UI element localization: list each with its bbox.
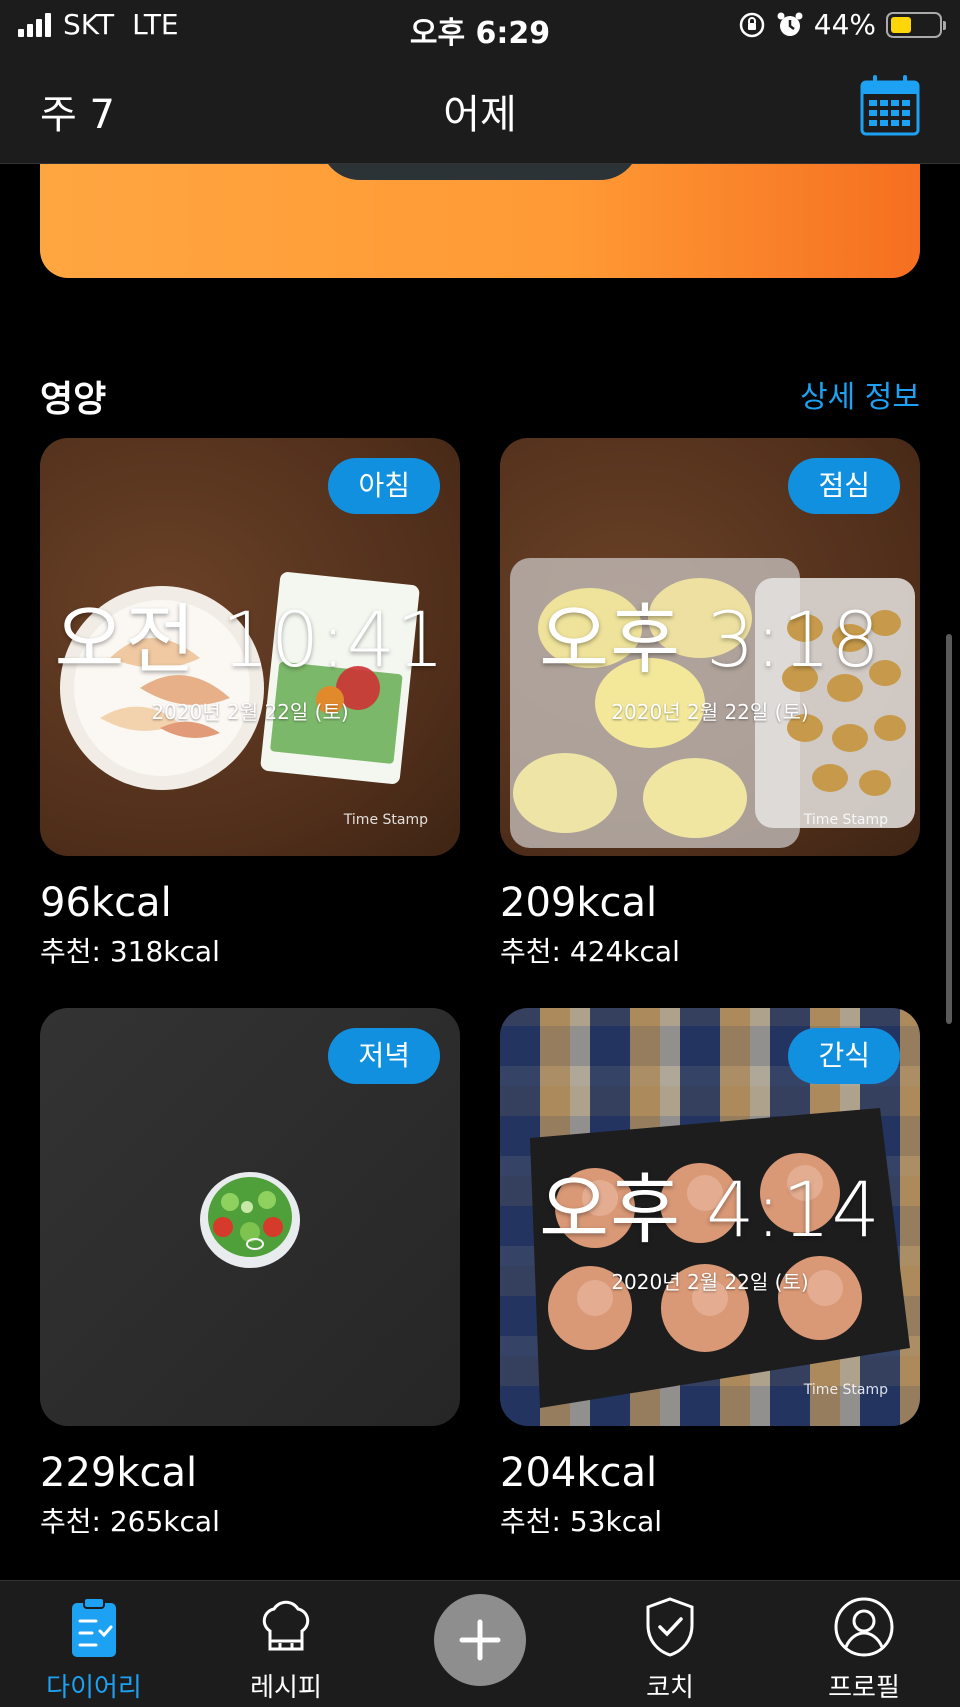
salad-icon — [200, 1172, 300, 1268]
page-title: 어제 — [443, 92, 517, 138]
status-bar: SKT LTE 오후 6:29 44% — [0, 0, 960, 54]
chef-hat-icon — [262, 1600, 310, 1651]
tab-coach[interactable]: 코치 — [590, 1595, 750, 1704]
shield-check-icon — [646, 1597, 694, 1657]
meal-kcal: 204kcal — [500, 1450, 658, 1496]
meal-badge-breakfast: 아침 — [328, 458, 440, 514]
meal-photo-lunch[interactable]: 점심 오후 3:18 2020년 2월 22일 (토) Time Stamp — [500, 438, 920, 856]
plus-icon — [459, 1619, 501, 1661]
scrollbar[interactable] — [946, 634, 952, 1024]
timestamp-watermark: Time Stamp — [803, 1382, 888, 1398]
meal-card-lunch[interactable]: 점심 오후 3:18 2020년 2월 22일 (토) Time Stamp 2… — [500, 438, 920, 970]
tab-label: 프로필 — [828, 1673, 900, 1703]
status-right: 44% — [738, 8, 946, 41]
diary-content[interactable]: 영양 상세 정보 아침 오전 10:41 2020년 2월 22일 (토) Ti… — [0, 164, 960, 1580]
calendar-icon[interactable] — [860, 74, 920, 136]
nutrition-section-title: 영양 — [40, 379, 107, 420]
meal-kcal: 96kcal — [40, 880, 172, 926]
meal-badge-snack: 간식 — [788, 1028, 900, 1084]
meal-recommended-kcal: 추천: 318kcal — [40, 935, 220, 968]
photo-timestamp: 오후 3:18 — [539, 595, 881, 684]
meal-kcal: 229kcal — [40, 1450, 198, 1496]
meal-card-snack[interactable]: 간식 오후 4:14 2020년 2월 22일 (토) Time Stamp 2… — [500, 1008, 920, 1540]
promo-banner[interactable] — [40, 164, 920, 278]
tab-recipe[interactable]: 레시피 — [206, 1595, 366, 1704]
clipboard-check-icon — [72, 1597, 116, 1657]
timestamp-watermark: Time Stamp — [343, 812, 428, 828]
photo-datestamp: 2020년 2월 22일 (토) — [611, 1270, 809, 1294]
meal-photo-dinner[interactable]: 저녁 — [40, 1008, 460, 1426]
add-entry-button[interactable] — [434, 1594, 526, 1686]
tab-diary[interactable]: 다이어리 — [14, 1595, 174, 1704]
meal-recommended-kcal: 추천: 265kcal — [40, 1505, 220, 1538]
meal-card-dinner[interactable]: 저녁 229kcal 추천: 265kcal — [40, 1008, 460, 1540]
nav-header: 주 7 어제 — [0, 54, 960, 164]
photo-timestamp: 오전 10:41 — [54, 595, 446, 684]
tab-label: 코치 — [646, 1673, 694, 1703]
photo-datestamp: 2020년 2월 22일 (토) — [611, 700, 809, 724]
meal-recommended-kcal: 추천: 53kcal — [500, 1505, 663, 1538]
rotation-lock-icon — [739, 12, 765, 37]
meal-badge-dinner: 저녁 — [328, 1028, 440, 1084]
meal-badge-lunch: 점심 — [788, 458, 900, 514]
promo-button[interactable] — [320, 164, 640, 180]
user-icon — [834, 1597, 894, 1657]
tab-profile[interactable]: 프로필 — [784, 1595, 944, 1704]
meal-kcal: 209kcal — [500, 880, 658, 926]
timestamp-watermark: Time Stamp — [803, 812, 888, 828]
photo-timestamp: 오후 4:14 — [539, 1165, 881, 1254]
battery-percent: 44% — [813, 8, 876, 41]
tab-bar: 다이어리 레시피 코치 프로필 — [0, 1580, 960, 1707]
meal-recommended-kcal: 추천: 424kcal — [500, 935, 680, 968]
battery-level — [891, 16, 912, 33]
tab-label: 레시피 — [250, 1673, 322, 1703]
detail-info-link[interactable]: 상세 정보 — [800, 372, 920, 416]
meal-card-breakfast[interactable]: 아침 오전 10:41 2020년 2월 22일 (토) Time Stamp … — [40, 438, 460, 970]
battery-icon — [886, 11, 946, 38]
meal-photo-snack[interactable]: 간식 오후 4:14 2020년 2월 22일 (토) Time Stamp — [500, 1008, 920, 1426]
meal-photo-breakfast[interactable]: 아침 오전 10:41 2020년 2월 22일 (토) Time Stamp — [40, 438, 460, 856]
tab-label: 다이어리 — [46, 1673, 142, 1703]
alarm-icon — [777, 12, 803, 36]
photo-datestamp: 2020년 2월 22일 (토) — [151, 700, 349, 724]
